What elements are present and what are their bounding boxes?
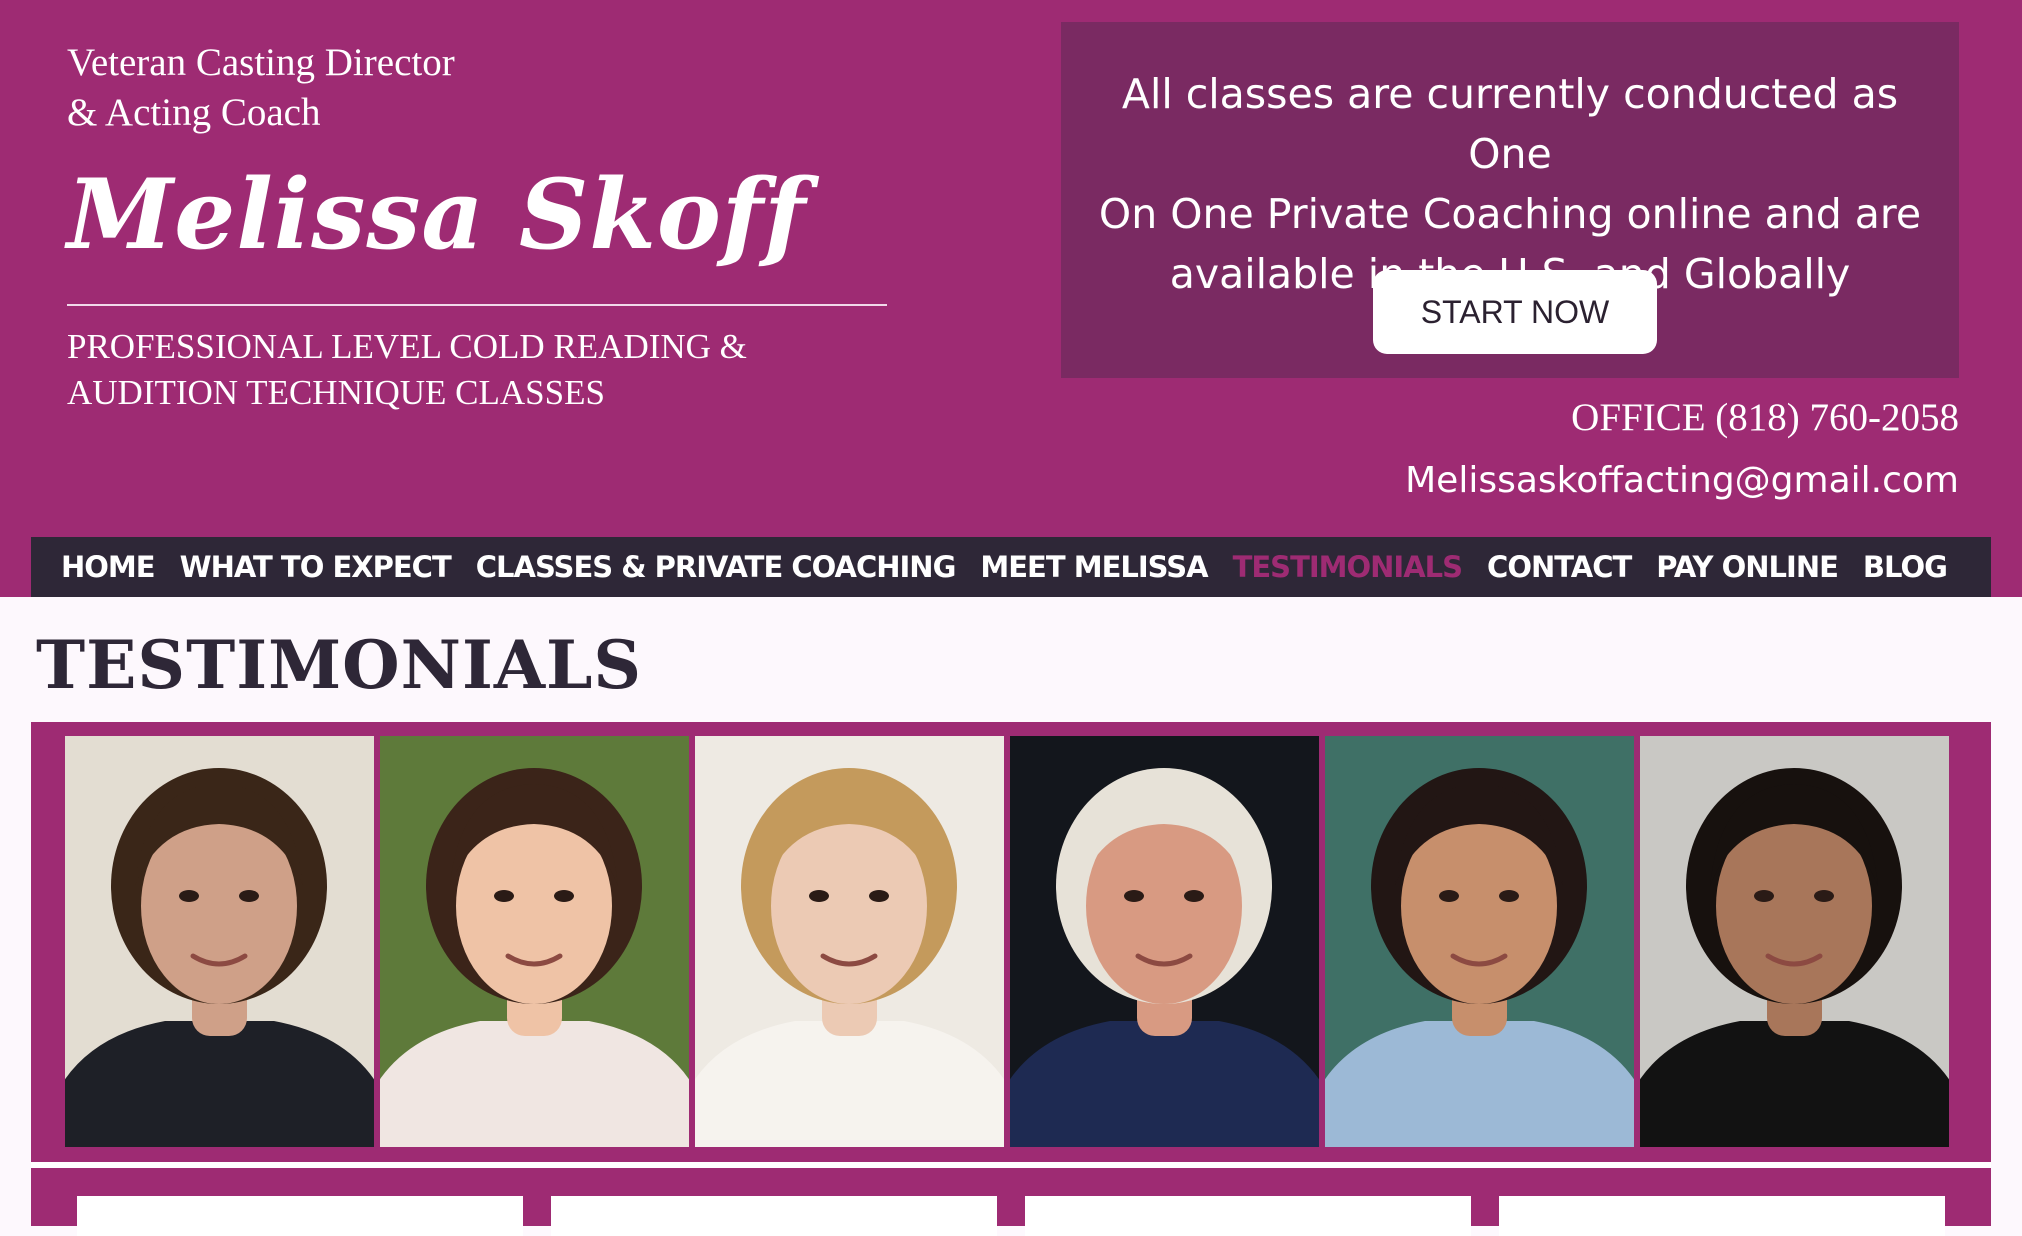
headshot-man-beard-icon — [65, 736, 374, 1147]
headshot-woman-glasses-icon — [380, 736, 689, 1147]
testimonial-cards — [77, 1196, 1945, 1236]
headshot-woman-blonde-icon — [695, 736, 1004, 1147]
office-phone[interactable]: OFFICE (818) 760-2058 — [1571, 395, 1959, 441]
testimonial-card[interactable] — [1499, 1196, 1945, 1236]
tagline: Veteran Casting Director & Acting Coach — [67, 38, 455, 138]
start-now-button[interactable]: START NOW — [1373, 270, 1657, 354]
page-title: TESTIMONIALS — [36, 626, 643, 704]
headshot-photo[interactable] — [1325, 736, 1634, 1147]
promo-text: All classes are currently conducted as O… — [1091, 64, 1929, 304]
nav-item-blog[interactable]: BLOG — [1863, 550, 1948, 584]
headshot-row — [65, 736, 1949, 1147]
nav-item-testimonials[interactable]: TESTIMONIALS — [1233, 550, 1463, 584]
testimonial-card[interactable] — [551, 1196, 997, 1236]
promo-box: All classes are currently conducted as O… — [1061, 22, 1959, 378]
nav-item-pay-online[interactable]: PAY ONLINE — [1656, 550, 1839, 584]
headshot-photo[interactable] — [65, 736, 374, 1147]
nav-item-meet-melissa[interactable]: MEET MELISSA — [980, 550, 1208, 584]
header-divider — [67, 304, 887, 306]
nav-item-what-to-expect[interactable]: WHAT TO EXPECT — [180, 550, 452, 584]
tagline-line-2: & Acting Coach — [67, 91, 321, 134]
promo-line-2: On One Private Coaching online and are — [1098, 190, 1922, 238]
nav-item-contact[interactable]: CONTACT — [1487, 550, 1632, 584]
nav-item-classes-private-coaching[interactable]: CLASSES & PRIVATE COACHING — [476, 550, 957, 584]
headshot-girl-icon — [1325, 736, 1634, 1147]
headshot-older-man-icon — [1010, 736, 1319, 1147]
testimonial-card[interactable] — [77, 1196, 523, 1236]
headshot-photo[interactable] — [1640, 736, 1949, 1147]
nav-item-home[interactable]: HOME — [61, 550, 156, 584]
site-logo-name[interactable]: Melissa Skoff — [67, 155, 806, 275]
testimonial-cards-band — [31, 1168, 1991, 1236]
headshot-photo[interactable] — [695, 736, 1004, 1147]
site-header: Veteran Casting Director & Acting Coach … — [0, 0, 2022, 597]
site-subtitle: PROFESSIONAL LEVEL COLD READING & AUDITI… — [67, 324, 747, 416]
contact-email-link[interactable]: Melissaskoffacting@gmail.com — [1405, 458, 1959, 504]
headshot-photo[interactable] — [380, 736, 689, 1147]
subtitle-line-2: AUDITION TECHNIQUE CLASSES — [67, 373, 605, 412]
subtitle-line-1: PROFESSIONAL LEVEL COLD READING & — [67, 327, 747, 366]
tagline-line-1: Veteran Casting Director — [67, 41, 455, 84]
headshot-man-suit-icon — [1640, 736, 1949, 1147]
main-nav: HOME WHAT TO EXPECT CLASSES & PRIVATE CO… — [31, 537, 1991, 597]
headshot-photo[interactable] — [1010, 736, 1319, 1147]
testimonial-photo-strip — [31, 722, 1991, 1162]
testimonial-card[interactable] — [1025, 1196, 1471, 1236]
promo-line-1: All classes are currently conducted as O… — [1121, 70, 1899, 178]
